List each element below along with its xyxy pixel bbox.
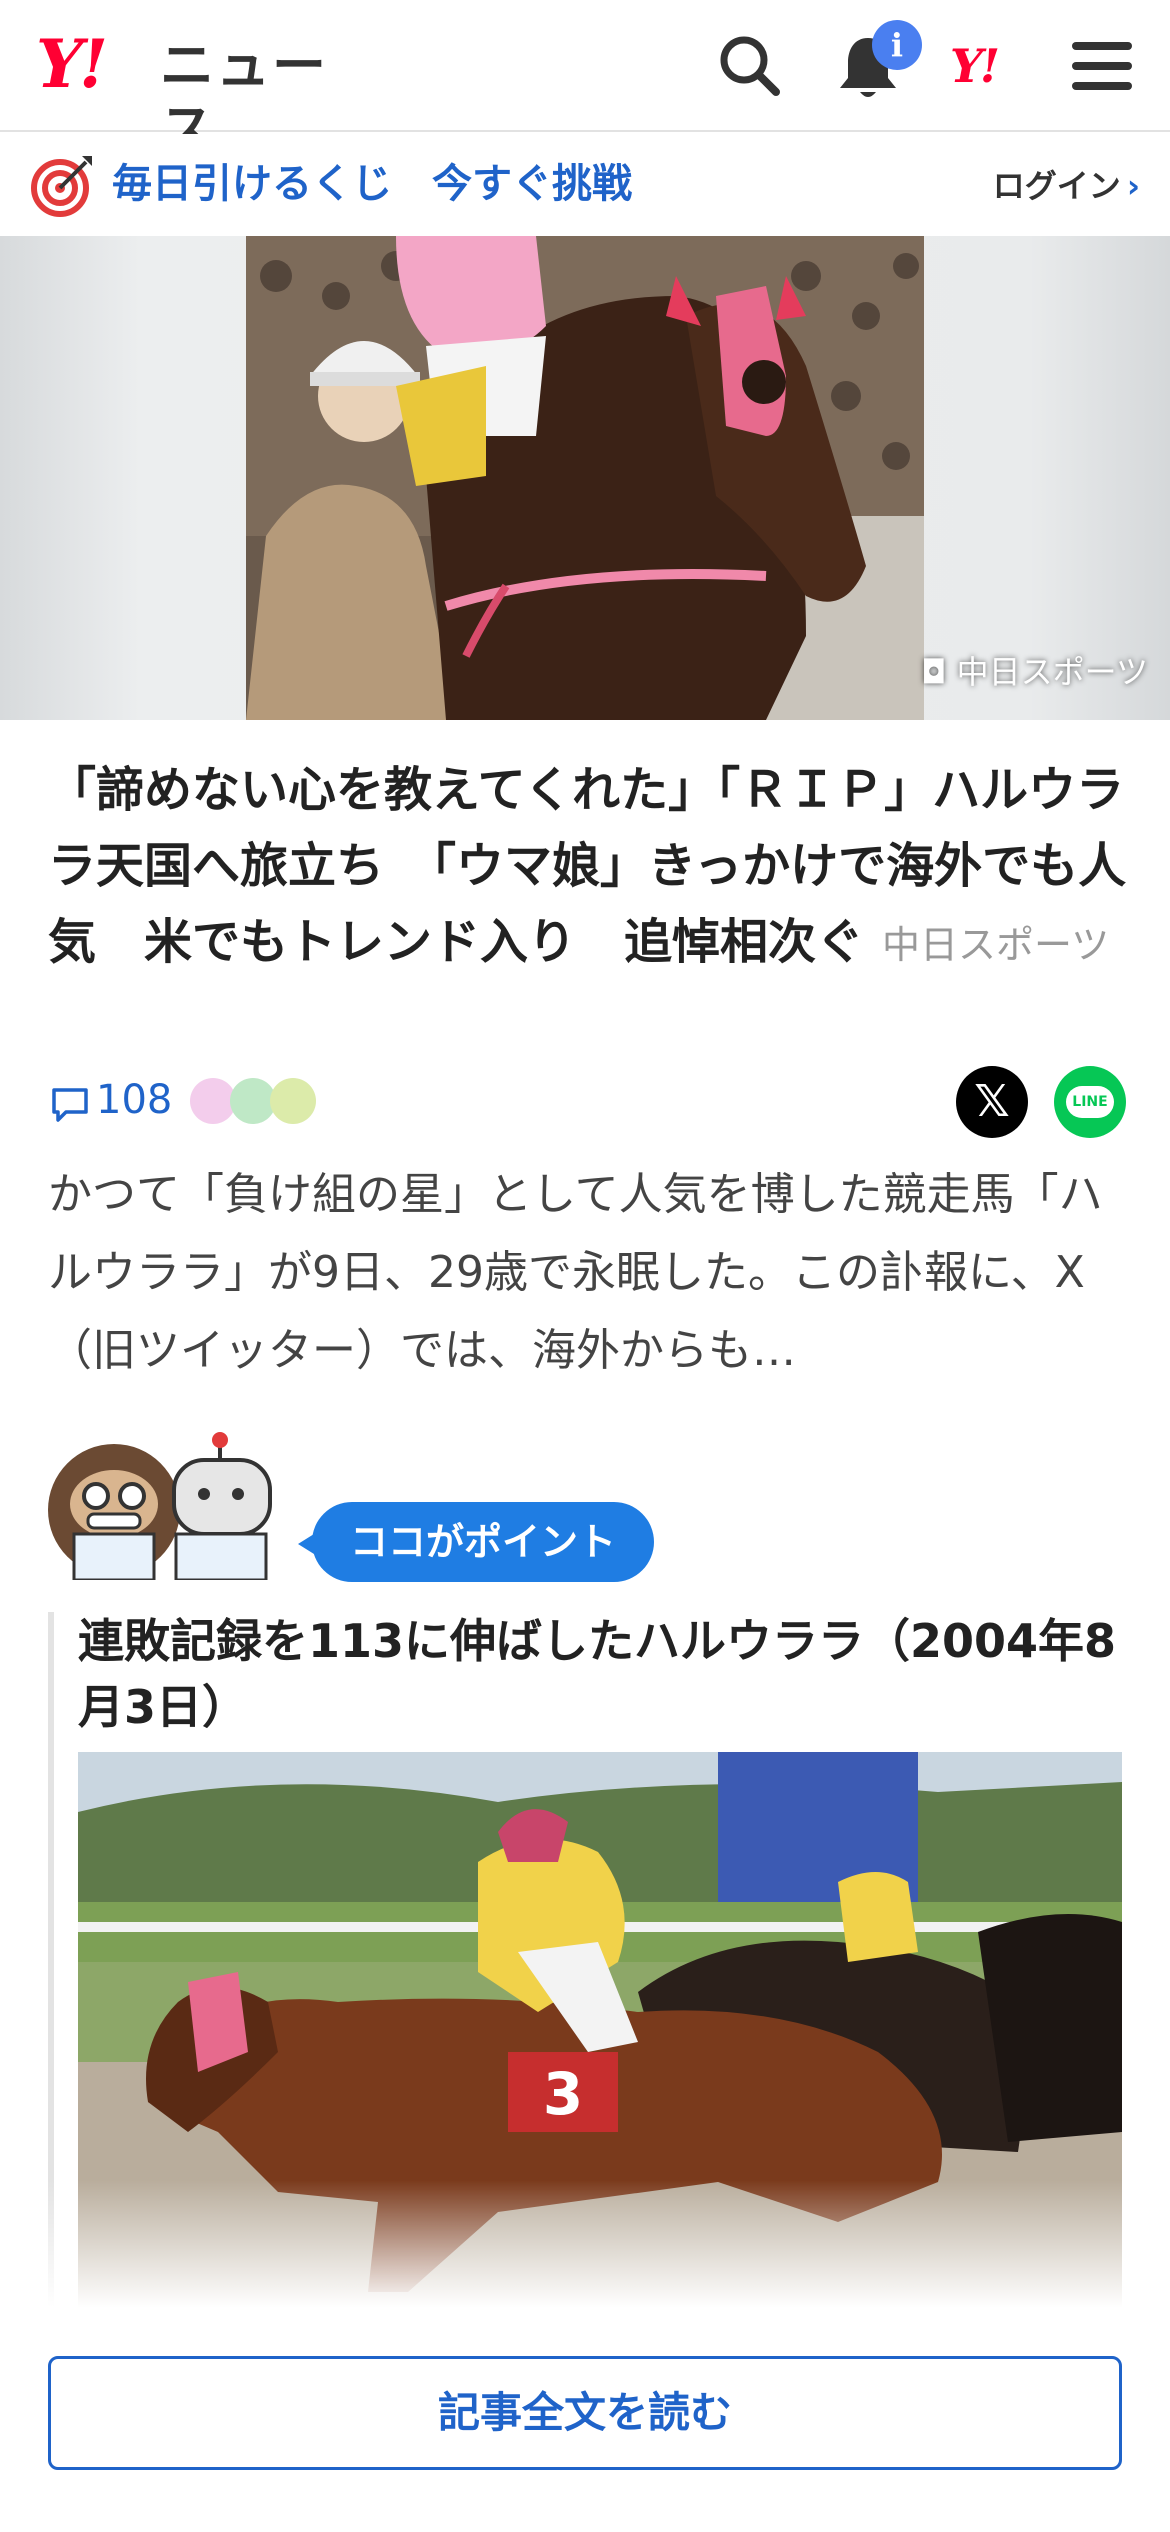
- point-badge: ココがポイント: [298, 1502, 654, 1582]
- mascot-illustration: [44, 1430, 294, 1582]
- notification-badge: i: [872, 20, 922, 70]
- article-headline[interactable]: 「諦めない心を教えてくれた」「ＲＩＰ」ハルウララ天国へ旅立ち 「ウマ娘」きっかけ…: [48, 752, 1128, 983]
- x-share-button[interactable]: 𝕏: [956, 1066, 1028, 1138]
- camera-icon: ◘: [921, 653, 947, 691]
- reaction-face-icon: [270, 1078, 316, 1124]
- lottery-promo-link[interactable]: 毎日引けるくじ 今すぐ挑戦: [112, 156, 632, 212]
- saddle-number: 3: [543, 2060, 583, 2128]
- point-title[interactable]: 連敗記録を113に伸ばしたハルウララ（2004年8月3日）: [78, 1608, 1138, 1740]
- line-share-button[interactable]: LINE: [1054, 1066, 1126, 1138]
- menu-icon[interactable]: [1064, 28, 1140, 104]
- search-icon[interactable]: [712, 28, 788, 104]
- photo-credit-text: 中日スポーツ: [956, 653, 1148, 691]
- line-icon: LINE: [1066, 1086, 1114, 1118]
- app-header: Y! ニュース i Y!: [0, 0, 1170, 161]
- photo-credit: ◘ 中日スポーツ: [921, 652, 1148, 692]
- comment-icon[interactable]: [50, 1084, 90, 1124]
- article-summary[interactable]: かつて「負け組の星」として人気を博した競走馬「ハルウララ」が9日、29歳で永眠し…: [48, 1156, 1128, 1390]
- login-link[interactable]: ログイン ›: [993, 164, 1140, 208]
- article-source: 中日スポーツ: [882, 923, 1110, 967]
- hero-image[interactable]: ◘ 中日スポーツ: [0, 236, 1170, 720]
- chevron-right-icon: ›: [1126, 167, 1140, 205]
- yahoo-japan-icon[interactable]: Y!: [950, 36, 1040, 96]
- article-meta: 108 𝕏 LINE: [48, 1066, 1128, 1138]
- target-icon: [30, 152, 96, 218]
- read-full-article-button[interactable]: 記事全文を読む: [48, 2356, 1122, 2470]
- yahoo-news-logo[interactable]: Y! ニュース: [36, 25, 366, 161]
- lottery-promo-bar[interactable]: 毎日引けるくじ 今すぐ挑戦 ログイン ›: [0, 134, 1170, 236]
- yahoo-logo-mark: Y!: [36, 25, 108, 103]
- content-fade: [0, 2180, 1170, 2330]
- login-label: ログイン: [992, 167, 1121, 205]
- comment-count[interactable]: 108: [96, 1074, 172, 1126]
- horse-photo: [246, 236, 924, 720]
